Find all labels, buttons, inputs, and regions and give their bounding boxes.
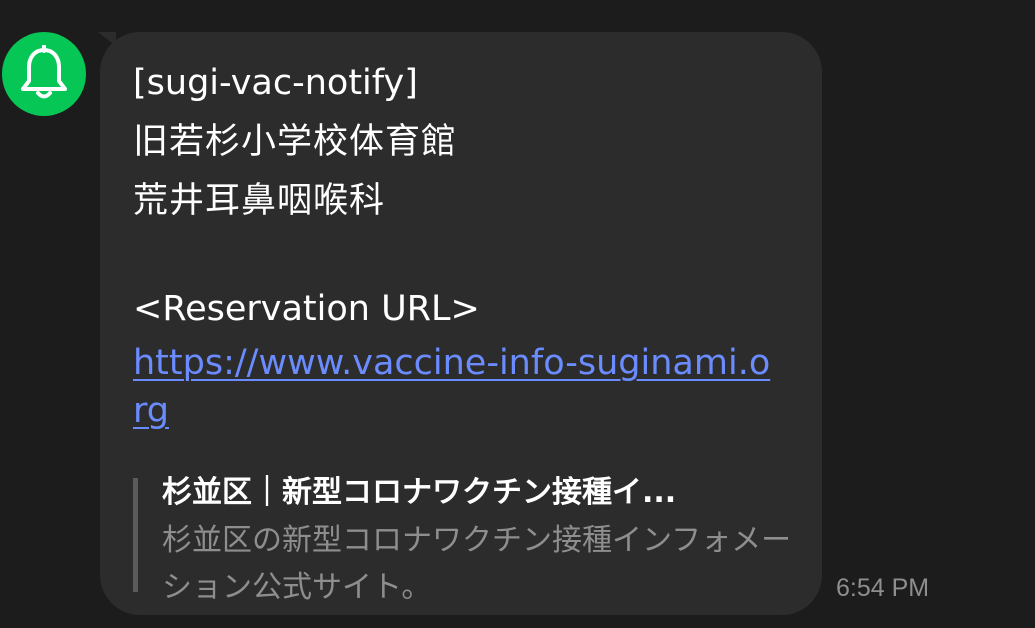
link-preview[interactable]: 杉並区｜新型コロナワクチン接種イ... 杉並区の新型コロナワクチン接種インフォメ… (133, 471, 812, 611)
reservation-link[interactable]: https://www.vaccine-info-suginami.org (133, 339, 773, 435)
message-bubble[interactable]: [sugi-vac-notify] 旧若杉小学校体育館 荒井耳鼻咽喉科 <Res… (100, 32, 822, 615)
reservation-label: <Reservation URL> (133, 289, 480, 329)
preview-description: 杉並区の新型コロナワクチン接種インフォメーション公式サイト。 (162, 523, 792, 605)
message-line-venue: 旧若杉小学校体育館 (133, 122, 458, 162)
bell-icon (21, 45, 67, 99)
preview-accent-bar (133, 478, 138, 592)
message-line-clinic: 荒井耳鼻咽喉科 (133, 181, 386, 221)
message-timestamp: 6:54 PM (836, 574, 930, 602)
chat-view: [sugi-vac-notify] 旧若杉小学校体育館 荒井耳鼻咽喉科 <Res… (0, 0, 1035, 628)
sender-avatar[interactable] (2, 32, 86, 116)
message-line-tag: [sugi-vac-notify] (133, 63, 418, 103)
preview-title: 杉並区｜新型コロナワクチン接種イ... (162, 475, 677, 510)
